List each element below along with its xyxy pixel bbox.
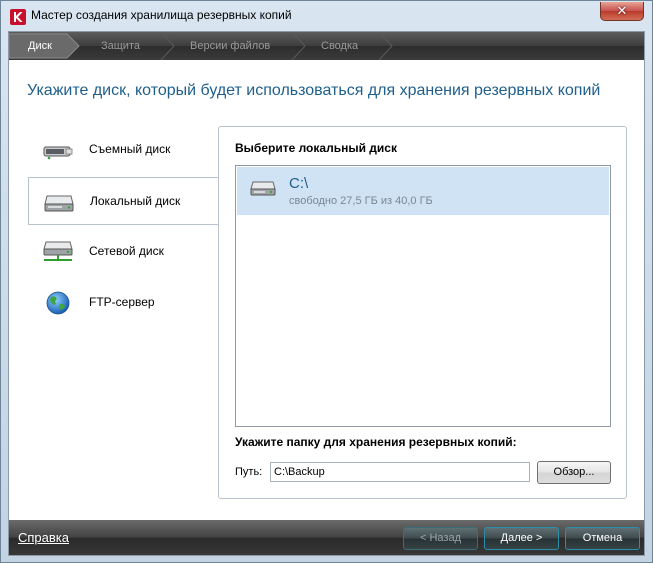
- help-link[interactable]: Справка: [18, 530, 69, 545]
- storage-type-label: Сетевой диск: [89, 244, 164, 258]
- network-drive-icon: [43, 241, 73, 261]
- browse-button[interactable]: Обзор...: [537, 461, 611, 484]
- close-button[interactable]: ✕: [600, 2, 644, 21]
- storage-type-label: Съемный диск: [89, 142, 171, 156]
- local-disk-panel: Выберите локальный диск C:\ свободно 27,…: [218, 126, 627, 499]
- storage-type-ftp[interactable]: FTP-сервер: [28, 279, 218, 327]
- kaspersky-app-icon: [10, 9, 26, 25]
- step-bar: Диск Защита Версии файлов Сводка: [9, 32, 644, 60]
- local-drive-icon: [44, 195, 74, 212]
- next-button[interactable]: Далее >: [484, 527, 559, 550]
- page-title: Укажите диск, который будет использовать…: [27, 82, 601, 99]
- storage-type-removable[interactable]: Съемный диск: [28, 126, 218, 174]
- usb-drive-icon: [43, 146, 73, 160]
- hard-drive-icon: [250, 181, 276, 196]
- storage-type-label: Локальный диск: [90, 194, 181, 208]
- title-bar: Мастер создания хранилища резервных копи…: [1, 1, 652, 31]
- disk-list[interactable]: C:\ свободно 27,5 ГБ из 40,0 ГБ: [235, 165, 611, 427]
- disk-free-space: свободно 27,5 ГБ из 40,0 ГБ: [289, 195, 433, 207]
- disk-name: C:\: [289, 175, 309, 192]
- globe-icon: [46, 291, 70, 315]
- path-input[interactable]: C:\Backup: [270, 462, 530, 482]
- footer-bar: Справка < Назад Далее > Отмена: [9, 520, 644, 555]
- close-icon: ✕: [616, 3, 628, 19]
- wizard-content: Диск Защита Версии файлов Сводка Укажите…: [8, 31, 645, 556]
- storage-type-label: FTP-сервер: [89, 295, 155, 309]
- step-disk: Диск: [28, 40, 52, 52]
- step-summary: Сводка: [321, 40, 359, 52]
- path-label: Путь:: [235, 466, 263, 478]
- storage-type-network[interactable]: Сетевой диск: [28, 228, 218, 276]
- folder-heading: Укажите папку для хранения резервных коп…: [235, 435, 517, 449]
- storage-type-local[interactable]: Локальный диск: [28, 177, 218, 225]
- window-title: Мастер создания хранилища резервных копи…: [31, 8, 292, 22]
- step-protection: Защита: [101, 40, 140, 52]
- step-file-versions: Версии файлов: [190, 40, 271, 52]
- wizard-window: Мастер создания хранилища резервных копи…: [0, 0, 653, 563]
- local-disk-heading: Выберите локальный диск: [235, 141, 397, 155]
- disk-row-c[interactable]: C:\ свободно 27,5 ГБ из 40,0 ГБ: [237, 167, 609, 215]
- back-button[interactable]: < Назад: [403, 527, 478, 550]
- cancel-button[interactable]: Отмена: [565, 527, 640, 550]
